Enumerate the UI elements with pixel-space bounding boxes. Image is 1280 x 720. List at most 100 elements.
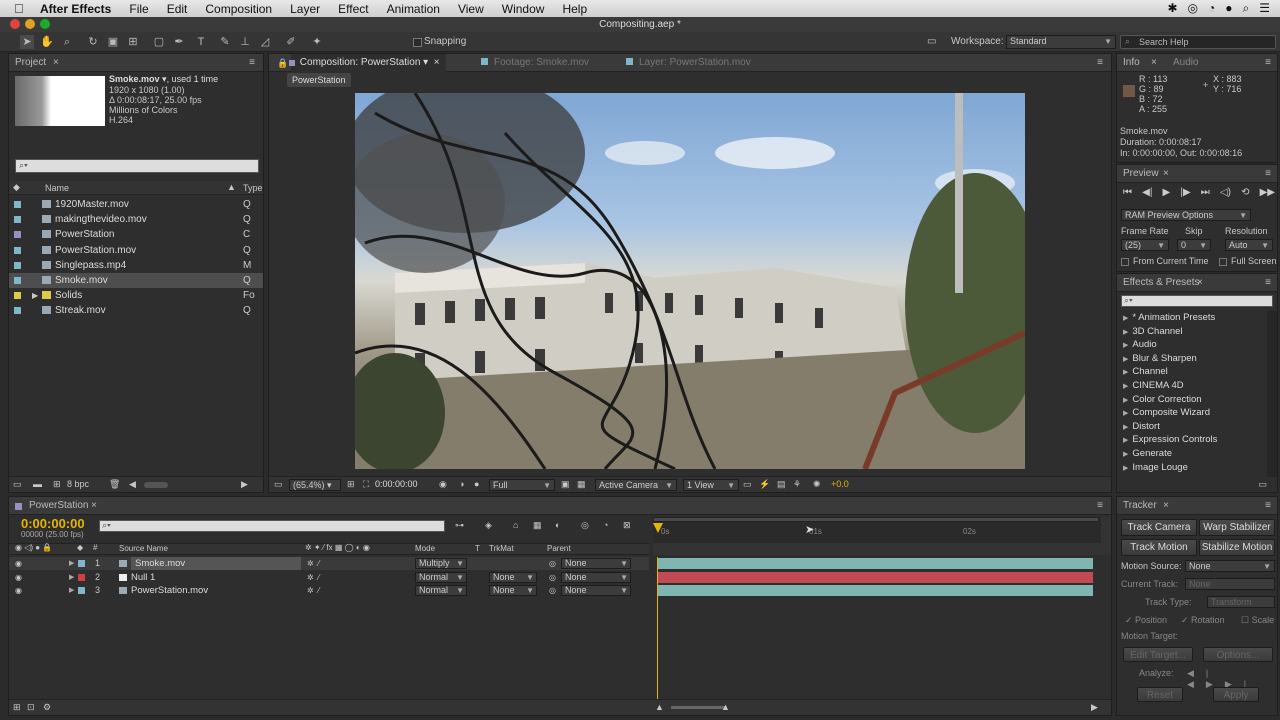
close-info-tab-icon[interactable]: × bbox=[1151, 54, 1157, 72]
minimize-window-button[interactable] bbox=[25, 19, 35, 29]
effects-category-item[interactable]: ▶ Image Louge bbox=[1117, 461, 1188, 474]
rotation-checkbox[interactable]: ✓ Rotation bbox=[1181, 615, 1225, 626]
position-checkbox[interactable]: ✓ Position bbox=[1125, 615, 1167, 626]
tab-timeline[interactable]: PowerStation bbox=[29, 497, 88, 515]
scroll-timeline-right-icon[interactable]: ▶ bbox=[1091, 702, 1098, 713]
track-camera-button[interactable]: Track Camera bbox=[1121, 519, 1197, 536]
layer-parent-dropdown[interactable]: None ▼ bbox=[561, 585, 631, 596]
layer-source-name[interactable]: PowerStation.mov bbox=[131, 584, 208, 597]
visibility-eye-icon[interactable]: ◉ bbox=[15, 571, 22, 584]
edit-target-button[interactable]: Edit Target... bbox=[1123, 647, 1193, 662]
layer-duration-bar[interactable] bbox=[657, 571, 1093, 583]
time-ruler[interactable]: 0s 01s 02s ➤ bbox=[653, 517, 1101, 543]
timeline-current-time[interactable]: 0:00:00:00 bbox=[21, 516, 85, 531]
motion-source-dropdown[interactable]: None ▼ bbox=[1185, 560, 1275, 572]
layer-mode-dropdown[interactable]: Normal ▼ bbox=[415, 571, 467, 583]
motion-blur-icon[interactable]: ◐ bbox=[555, 520, 560, 530]
track-motion-button[interactable]: Track Motion bbox=[1121, 539, 1197, 556]
new-composition-icon[interactable]: ⊞ bbox=[53, 479, 61, 490]
effects-panel-menu-icon[interactable]: ≡ bbox=[1265, 274, 1271, 292]
project-tab[interactable]: Project bbox=[15, 57, 46, 68]
layer-trkmat-dropdown[interactable]: None ▼ bbox=[489, 585, 537, 596]
expand-triangle-icon[interactable]: ▶ bbox=[1123, 465, 1128, 472]
project-search-field[interactable]: ⌕▾ bbox=[15, 159, 259, 173]
layer-parent-dropdown[interactable]: None ▼ bbox=[561, 571, 631, 583]
effects-category-item[interactable]: ▶ * Animation Presets bbox=[1117, 311, 1215, 324]
first-frame-icon[interactable]: ⏮ bbox=[1123, 187, 1132, 201]
current-time-display[interactable]: 0:00:00:00 bbox=[375, 479, 418, 489]
timeline-icon[interactable]: ▤ bbox=[777, 479, 786, 490]
current-time-indicator[interactable] bbox=[653, 523, 663, 533]
scroll-left-icon[interactable]: ◀ bbox=[129, 479, 136, 490]
trkmat-header[interactable]: TrkMat bbox=[489, 544, 514, 553]
rotate-tool-icon[interactable]: ↻ bbox=[86, 35, 100, 49]
graph-editor-icon[interactable]: ◎ bbox=[581, 520, 589, 531]
draft-3d-icon[interactable]: ◈ bbox=[485, 520, 492, 531]
expand-triangle-icon[interactable]: ▶ bbox=[1123, 383, 1128, 390]
next-frame-icon[interactable]: |▶ bbox=[1180, 187, 1190, 201]
type-column-header[interactable]: Type bbox=[243, 183, 263, 193]
layer-row[interactable]: ◉ ▶ 1 Smoke.mov ✲ ⁄ Multiply ▼ ◎ None ▼ bbox=[9, 557, 649, 570]
brush-tool-icon[interactable]: ✎ bbox=[218, 35, 232, 49]
menu-effect[interactable]: Effect bbox=[338, 2, 368, 16]
tab-footage[interactable]: Footage: Smoke.mov bbox=[481, 54, 589, 72]
interpret-footage-icon[interactable]: ▭ bbox=[13, 479, 22, 490]
scroll-right-icon[interactable]: ▶ bbox=[241, 479, 248, 490]
label-color-icon[interactable] bbox=[14, 201, 21, 208]
layer-row[interactable]: ◉ ▶ 3 PowerStation.mov ✲ ⁄ Normal ▼ None ▼ ◎ None ▼ bbox=[9, 584, 649, 597]
source-name-header[interactable]: Source Name bbox=[119, 544, 168, 553]
delete-icon[interactable]: 🗑 bbox=[109, 479, 120, 490]
composition-flow-breadcrumb[interactable]: PowerStation bbox=[287, 73, 351, 87]
search-help-field[interactable]: ⌕ Search Help bbox=[1120, 35, 1276, 49]
tab-layer[interactable]: Layer: PowerStation.mov bbox=[626, 54, 751, 72]
expand-triangle-icon[interactable]: ▶ bbox=[1123, 424, 1128, 431]
snapping-checkbox[interactable] bbox=[413, 38, 422, 47]
composition-frame-image[interactable] bbox=[355, 93, 1025, 469]
tab-audio[interactable]: Audio bbox=[1173, 54, 1199, 72]
transparency-grid-icon[interactable]: ▦ bbox=[577, 479, 586, 490]
close-preview-tab-icon[interactable]: × bbox=[1163, 165, 1169, 183]
layer-duration-bar[interactable] bbox=[657, 558, 1093, 569]
brainstorm-icon[interactable]: ◔ bbox=[603, 520, 608, 530]
camera-tool-icon[interactable]: ▣ bbox=[106, 35, 120, 49]
frame-blending-icon[interactable]: ▦ bbox=[533, 520, 542, 531]
layer-mode-dropdown[interactable]: Multiply ▼ bbox=[415, 558, 467, 569]
rectangle-tool-icon[interactable]: ▢ bbox=[152, 35, 166, 49]
label-color-icon[interactable] bbox=[14, 231, 21, 239]
bit-depth-label[interactable]: 8 bpc bbox=[67, 479, 89, 489]
expand-triangle-icon[interactable]: ▶ bbox=[1123, 329, 1128, 336]
preview-resolution-dropdown[interactable]: Auto ▼ bbox=[1225, 239, 1273, 251]
skip-dropdown[interactable]: 0 ▼ bbox=[1177, 239, 1211, 251]
effects-category-item[interactable]: ▶ Channel bbox=[1117, 365, 1168, 378]
layer-label-color[interactable] bbox=[78, 587, 85, 594]
toggle-in-out-icon[interactable]: ⚙ bbox=[43, 702, 51, 713]
fast-previews-icon[interactable]: ⚡ bbox=[759, 479, 770, 490]
project-item[interactable]: Smoke.mov Q bbox=[9, 273, 263, 288]
auto-keyframe-icon[interactable]: ⊠ bbox=[623, 520, 631, 531]
ram-preview-options-dropdown[interactable]: RAM Preview Options ▼ bbox=[1121, 209, 1251, 221]
comp-button-icon[interactable] bbox=[1101, 517, 1111, 555]
current-track-dropdown[interactable]: None bbox=[1185, 578, 1275, 590]
always-preview-icon[interactable]: ▭ bbox=[274, 479, 283, 490]
layer-trkmat-dropdown[interactable]: None ▼ bbox=[489, 571, 537, 583]
layer-switches[interactable]: ✲ ⁄ bbox=[307, 557, 319, 570]
magnification-dropdown[interactable]: (65.4%) ▾ bbox=[289, 479, 341, 491]
frame-rate-dropdown[interactable]: (25) ▼ bbox=[1121, 239, 1169, 251]
flowchart-icon[interactable]: ⚘ bbox=[793, 479, 801, 490]
user-icon[interactable]: ● bbox=[1225, 1, 1232, 16]
type-tool-icon[interactable]: T bbox=[194, 35, 208, 49]
menu-view[interactable]: View bbox=[458, 2, 484, 16]
tab-tracker[interactable]: Tracker bbox=[1123, 500, 1157, 511]
track-type-dropdown[interactable]: Transform bbox=[1207, 596, 1275, 608]
pen-tool-icon[interactable]: ✒ bbox=[172, 35, 186, 49]
hide-shy-layers-icon[interactable]: ⌂ bbox=[513, 520, 518, 530]
ram-preview-icon[interactable]: ▶▶ bbox=[1260, 187, 1275, 201]
selection-tool-icon[interactable]: ➤ bbox=[20, 35, 34, 49]
layer-source-name[interactable]: Smoke.mov bbox=[131, 557, 301, 570]
project-item[interactable]: PowerStation.mov Q bbox=[9, 243, 263, 258]
expand-folder-icon[interactable]: ▶ bbox=[32, 288, 38, 303]
layer-switches[interactable]: ✲ ⁄ bbox=[307, 571, 319, 584]
layer-switches[interactable]: ✲ ⁄ bbox=[307, 584, 319, 597]
project-item[interactable]: makingthevideo.mov Q bbox=[9, 212, 263, 227]
label-color-icon[interactable] bbox=[14, 246, 21, 254]
